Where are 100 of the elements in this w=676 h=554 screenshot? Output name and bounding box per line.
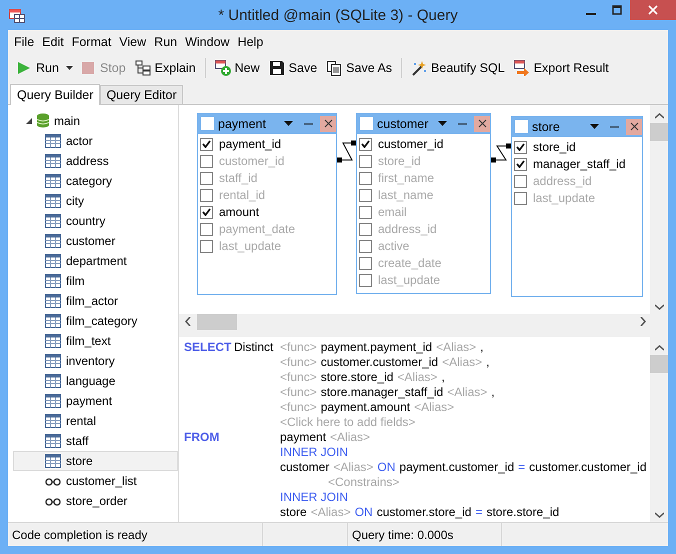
field-name: payment [280,430,326,444]
checkbox[interactable] [200,138,213,151]
close-button[interactable] [320,116,336,132]
scroll-thumb[interactable] [197,314,237,330]
tree-item[interactable]: film_actor [66,294,118,308]
checkbox[interactable] [200,240,213,253]
checkbox[interactable] [200,206,213,219]
close-icon [630,122,638,132]
menu-item[interactable]: Window [181,32,234,52]
app-icon [9,9,25,23]
vertical-scrollbar[interactable] [650,336,668,522]
toolbar-button[interactable]: Beautify SQL [407,57,509,80]
tree-item[interactable]: city [66,194,84,208]
checkbox[interactable] [359,222,372,236]
checkbox[interactable] [359,188,372,202]
tree-item[interactable]: country [66,214,106,228]
menu-item[interactable]: Run [150,32,182,52]
menu-item[interactable]: Edit [38,32,68,52]
maximize-icon [612,5,622,15]
field-name: payment.amount [320,400,410,414]
toolbar-button[interactable]: Save As [322,57,396,80]
checkbox[interactable] [200,188,213,202]
documents-icon [326,60,342,76]
column-name[interactable]: customer_id [378,137,444,152]
select-all-checkbox[interactable] [515,120,528,134]
tree-item[interactable]: actor [66,134,93,148]
toolbar-button[interactable]: Explain [130,57,200,80]
sql-keyword: ON [354,505,373,520]
table-icon [45,334,61,348]
checkbox[interactable] [359,154,372,168]
tab[interactable]: Query Builder [10,84,100,105]
close-button[interactable] [626,118,642,135]
menu-item[interactable]: Format [68,32,116,52]
table-icon [45,154,61,168]
checkbox[interactable] [514,192,527,205]
checkbox[interactable] [514,158,527,171]
table-icon [45,394,61,408]
checkbox[interactable] [514,140,527,154]
tree-item[interactable]: inventory [66,354,115,368]
tree-item[interactable]: film [66,274,85,288]
toolbar-button[interactable]: New [210,57,264,80]
tree-item[interactable]: category [66,174,112,188]
menu-item[interactable]: View [115,32,150,52]
magic-wand-icon [411,60,428,76]
tree-item[interactable]: main [54,114,80,128]
select-all-checkbox[interactable] [360,117,373,130]
checkbox[interactable] [200,222,213,236]
tree-item[interactable]: payment [66,394,112,408]
sql-keyword: SELECT [184,340,232,354]
column-name[interactable]: manager_staff_id [533,157,626,172]
checkbox[interactable] [359,274,372,287]
column-name[interactable]: payment_id [219,137,282,152]
menu-item[interactable]: File [10,32,38,52]
toolbar-button[interactable]: Save [264,57,322,80]
select-all-checkbox[interactable] [201,117,214,130]
caret-icon [284,119,292,128]
field-name: payment.payment_id [320,340,432,354]
distinct-toggle[interactable]: Distinct [234,340,274,354]
checkbox[interactable] [200,154,213,168]
tree-item[interactable]: store_order [66,494,128,508]
tree-item[interactable]: store [66,454,93,468]
menu-item[interactable]: Help [234,32,268,52]
toolbar-button[interactable]: Export Result [510,57,613,80]
expander-icon[interactable] [26,118,32,124]
checkbox[interactable] [514,174,527,188]
checkbox[interactable] [359,172,372,185]
checkbox[interactable] [359,206,372,219]
checkbox[interactable] [200,172,213,185]
close-button[interactable] [474,116,490,132]
tree-item[interactable]: language [66,374,116,388]
check-icon [202,208,211,216]
checkbox[interactable] [359,256,372,270]
table-icon [45,354,61,368]
punctuation: , [441,370,445,384]
sql-keyword: = [518,460,526,474]
tree-item[interactable]: department [66,254,127,268]
sql-keyword: FROM [184,430,220,444]
tree-item[interactable]: film_text [66,334,111,348]
table-icon [45,454,61,468]
tree-item[interactable]: address [66,154,109,168]
table-icon [45,234,61,248]
tree-item[interactable]: film_category [66,314,138,328]
sql-keyword: INNER JOIN [280,445,348,460]
column-name[interactable]: store_id [533,140,576,154]
tree-item[interactable]: rental [66,414,96,428]
tree-item[interactable]: staff [66,434,88,448]
vertical-scrollbar[interactable] [650,104,668,330]
check-icon [361,140,370,148]
toolbar-button[interactable]: Run [12,57,63,80]
tree-item[interactable]: customer_list [66,474,137,488]
tab[interactable]: Query Editor [100,84,183,104]
window-title: * Untitled @main (SQLite 3) - Query [218,7,458,24]
checkbox[interactable] [359,240,372,253]
tree-item[interactable]: customer [66,234,116,248]
close-icon [648,5,658,15]
scroll-thumb[interactable] [650,354,668,373]
scroll-thumb[interactable] [650,122,668,141]
checkbox[interactable] [359,138,372,151]
close-button[interactable] [630,0,676,20]
column-name[interactable]: amount [219,205,260,220]
